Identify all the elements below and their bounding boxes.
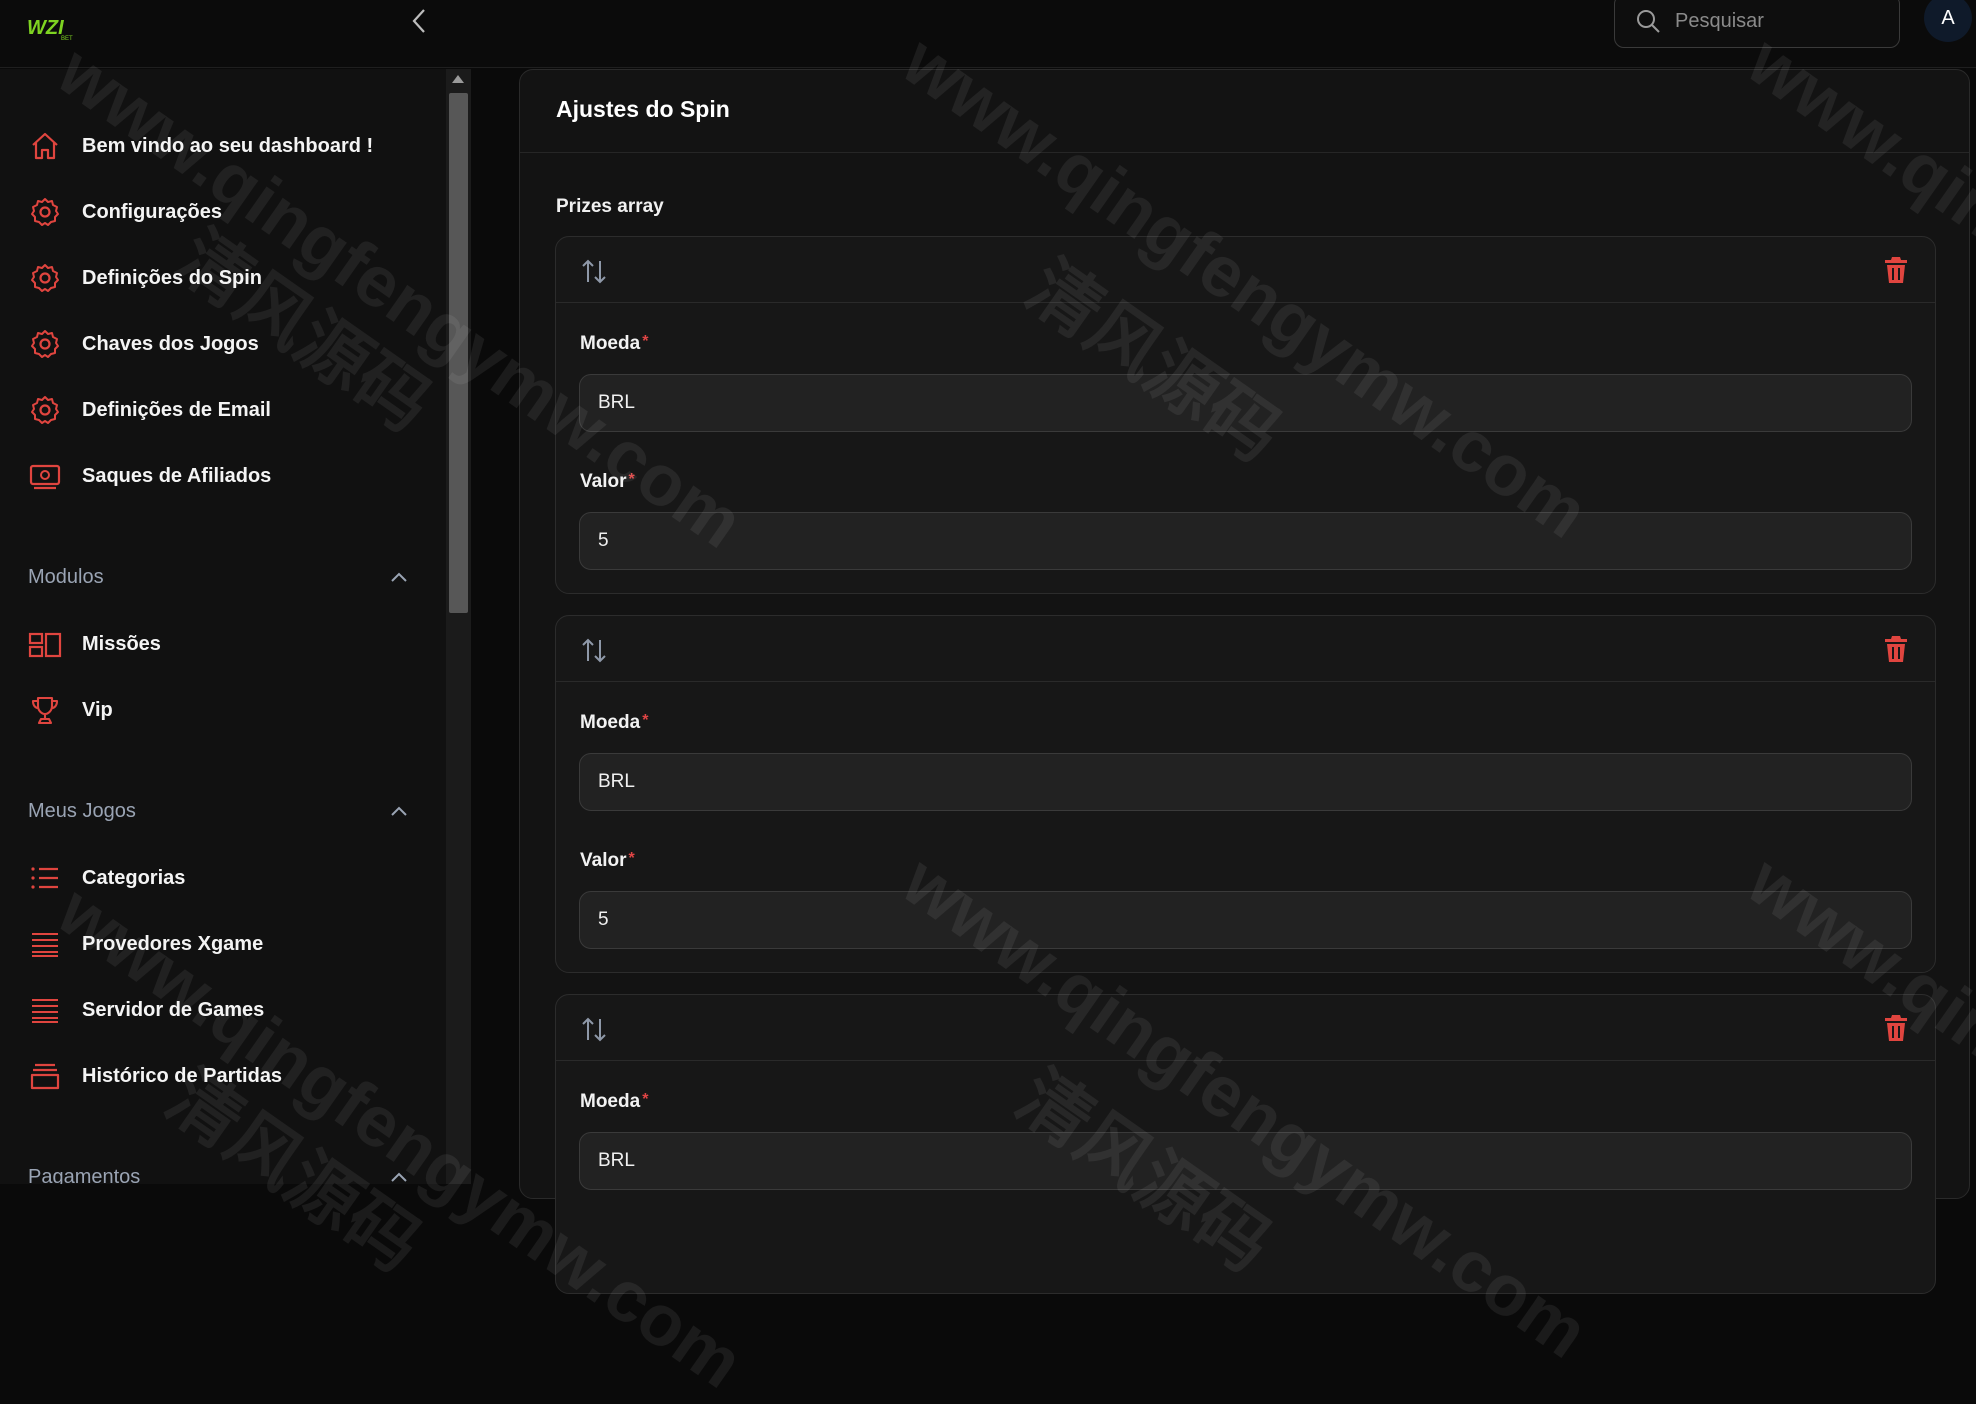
gear-icon xyxy=(28,393,62,427)
moeda-field[interactable] xyxy=(579,374,1912,432)
top-bar: WZI BET A xyxy=(0,0,1976,68)
sidebar-item-provedores-xgame[interactable]: Provedores Xgame xyxy=(28,924,263,964)
home-icon xyxy=(28,129,62,163)
svg-text:WZI: WZI xyxy=(27,17,64,39)
valor-label: Valor * xyxy=(580,471,635,492)
sidebar-item-chaves-jogos[interactable]: Chaves dos Jogos xyxy=(28,324,259,364)
search-box[interactable] xyxy=(1614,0,1900,48)
moeda-label: Moeda * xyxy=(580,712,649,733)
trash-icon[interactable] xyxy=(1883,1013,1909,1043)
sidebar-item-categorias[interactable]: Categorias xyxy=(28,858,185,898)
sidebar-item-vip[interactable]: Vip xyxy=(28,690,113,730)
prizes-array-label: Prizes array xyxy=(556,196,664,217)
money-icon xyxy=(28,459,62,493)
sidebar-item-historico-partidas[interactable]: Histórico de Partidas xyxy=(28,1056,282,1096)
sidebar-item-label: Histórico de Partidas xyxy=(82,1064,283,1087)
sidebar-item-definicoes-email[interactable]: Definições de Email xyxy=(28,390,271,430)
sidebar-item-label: Vip xyxy=(82,698,113,721)
valor-field[interactable] xyxy=(579,512,1912,570)
group-label: Meus Jogos xyxy=(28,799,136,822)
divider xyxy=(520,152,1969,153)
chevron-left-icon xyxy=(412,9,425,33)
sidebar-item-label: Definições de Email xyxy=(82,398,271,421)
valor-field[interactable] xyxy=(579,891,1912,949)
sidebar-item-label: Categorias xyxy=(82,866,186,889)
avatar[interactable]: A xyxy=(1924,0,1972,42)
collapse-sidebar-button[interactable] xyxy=(404,4,434,38)
sidebar-item-saques-afiliados[interactable]: Saques de Afiliados xyxy=(28,456,271,496)
svg-text:BET: BET xyxy=(61,36,73,42)
scrollbar-thumb[interactable] xyxy=(449,93,468,613)
prize-item-header xyxy=(556,616,1935,682)
chevron-up-icon xyxy=(391,1172,407,1182)
reorder-icon[interactable] xyxy=(580,1015,610,1043)
sidebar-item-missoes[interactable]: Missões xyxy=(28,624,161,664)
search-icon xyxy=(1637,10,1660,33)
search-input[interactable] xyxy=(1675,9,1875,33)
moeda-field[interactable] xyxy=(579,1132,1912,1190)
box-icon xyxy=(28,1059,62,1093)
sidebar-item-dashboard[interactable]: Bem vindo ao seu dashboard ! xyxy=(28,126,373,166)
sidebar-item-label: Provedores Xgame xyxy=(82,932,264,955)
sidebar-scrollbar[interactable] xyxy=(446,69,471,1184)
chevron-up-icon xyxy=(391,572,407,582)
moeda-label: Moeda * xyxy=(580,1091,649,1112)
prize-item-header xyxy=(556,237,1935,303)
sidebar-item-label: Definições do Spin xyxy=(82,266,263,289)
layout-icon xyxy=(28,627,62,661)
scroll-up-icon[interactable] xyxy=(452,75,464,83)
gear-icon xyxy=(28,195,62,229)
sidebar-item-label: Chaves dos Jogos xyxy=(82,332,259,355)
prize-item: Moeda* Valor* xyxy=(555,615,1936,973)
group-label: Pagamentos xyxy=(28,1165,141,1185)
group-meus-jogos[interactable]: Meus Jogos xyxy=(28,793,408,829)
reorder-icon[interactable] xyxy=(580,257,610,285)
moeda-label: Moeda * xyxy=(580,333,649,354)
group-modulos[interactable]: Modulos xyxy=(28,559,408,595)
group-label: Modulos xyxy=(28,565,104,588)
page-title: Ajustes do Spin xyxy=(556,96,730,122)
chevron-up-icon xyxy=(391,806,407,816)
sidebar-item-label: Configurações xyxy=(82,200,223,223)
moeda-field[interactable] xyxy=(579,753,1912,811)
sidebar-item-label: Servidor de Games xyxy=(82,998,265,1021)
gear-icon xyxy=(28,261,62,295)
valor-label: Valor * xyxy=(580,850,635,871)
sidebar-item-servidor-games[interactable]: Servidor de Games xyxy=(28,990,264,1030)
reorder-icon[interactable] xyxy=(580,636,610,664)
trash-icon[interactable] xyxy=(1883,255,1909,285)
sidebar-item-configuracoes[interactable]: Configurações xyxy=(28,192,222,232)
spin-settings-card: Ajustes do Spin Prizes array Moeda* Valo… xyxy=(519,69,1970,1294)
stack-icon xyxy=(28,993,62,1027)
stack-icon xyxy=(28,927,62,961)
prize-item: Moeda * xyxy=(555,994,1936,1294)
sidebar-item-definicoes-spin[interactable]: Definições do Spin xyxy=(28,258,262,298)
gear-icon xyxy=(28,327,62,361)
trash-icon[interactable] xyxy=(1883,634,1909,664)
prize-item: Moeda* Valor* xyxy=(555,236,1936,594)
sidebar: Bem vindo ao seu dashboard ! Configuraçõ… xyxy=(0,69,446,1184)
prize-item-header xyxy=(556,995,1935,1061)
trophy-icon xyxy=(28,693,62,727)
sidebar-item-label: Missões xyxy=(82,632,161,655)
sidebar-item-label: Saques de Afiliados xyxy=(82,464,272,487)
group-pagamentos[interactable]: Pagamentos xyxy=(28,1159,408,1184)
sidebar-item-label: Bem vindo ao seu dashboard ! xyxy=(82,134,374,157)
list-icon xyxy=(28,861,62,895)
logo[interactable]: WZI BET xyxy=(27,14,79,42)
